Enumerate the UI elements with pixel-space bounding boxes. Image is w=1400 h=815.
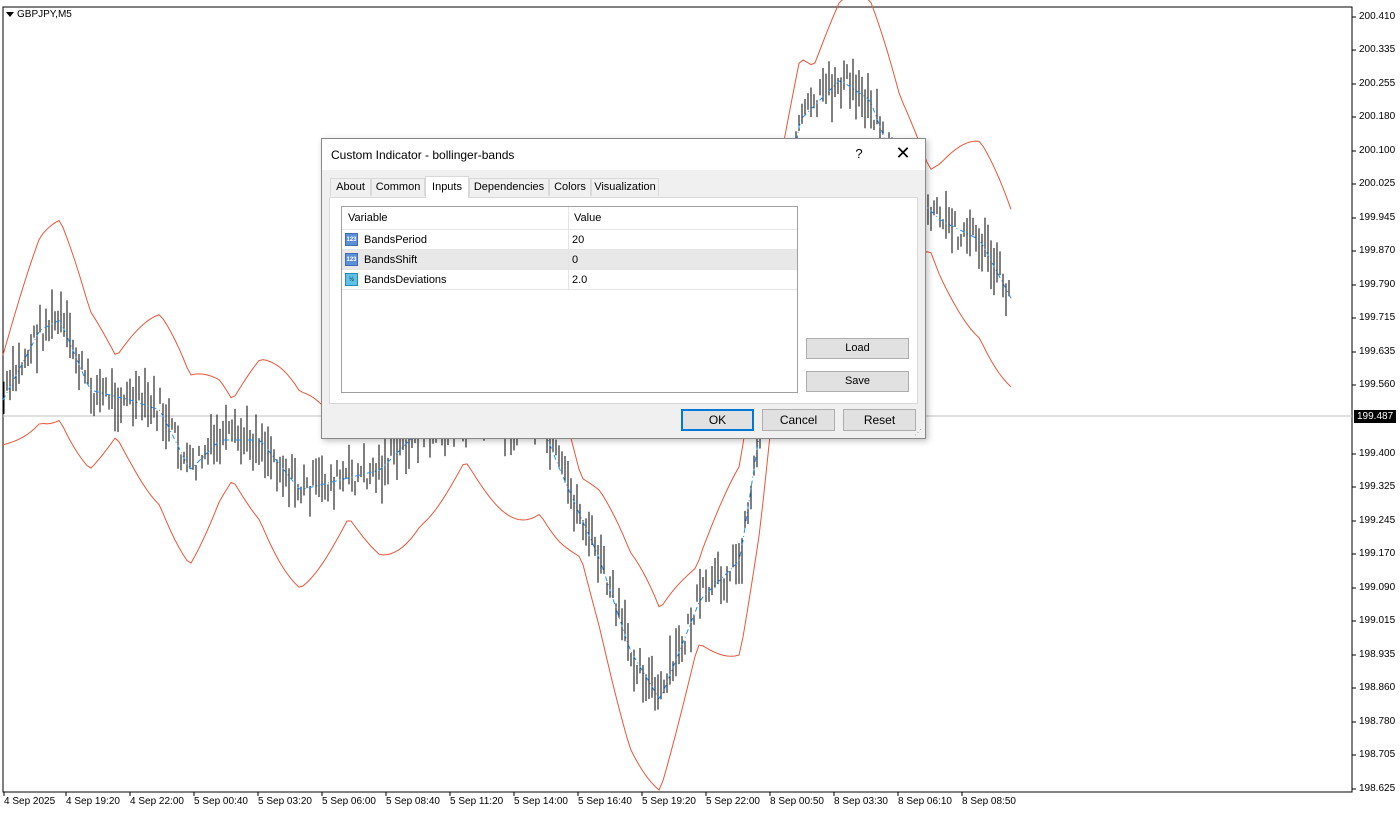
time-tick-label: 8 Sep 08:50 (962, 796, 1016, 807)
tab-dependencies[interactable]: Dependencies (469, 178, 549, 196)
time-tick-label: 5 Sep 19:20 (642, 796, 696, 807)
time-tick-label: 8 Sep 00:50 (770, 796, 824, 807)
dropdown-arrow-icon (6, 11, 14, 17)
price-tick-label: 200.335 (1359, 44, 1396, 55)
save-button[interactable]: Save (806, 371, 909, 392)
custom-indicator-dialog: Custom Indicator - bollinger-bands ? ✕ A… (321, 138, 926, 439)
time-tick-label: 4 Sep 2025 (4, 796, 56, 807)
tab-inputs[interactable]: Inputs (425, 176, 469, 198)
price-tick-label: 199.560 (1359, 379, 1396, 390)
price-tick-label: 199.635 (1359, 346, 1396, 357)
help-button[interactable]: ? (852, 146, 866, 161)
tab-about[interactable]: About (330, 178, 371, 196)
input-row-bandsshift[interactable]: 123 BandsShift 0 (342, 250, 797, 270)
resize-grip-icon[interactable]: ⋰ (914, 428, 922, 437)
price-tick-label: 200.100 (1359, 145, 1396, 156)
price-tick-label: 199.090 (1359, 582, 1396, 593)
time-tick-label: 5 Sep 03:20 (258, 796, 312, 807)
price-tick-label: 198.625 (1359, 783, 1396, 794)
double-type-icon: ½ (345, 273, 358, 286)
variable-name: BandsPeriod (364, 234, 427, 246)
price-tick-label: 199.170 (1359, 548, 1396, 559)
dialog-titlebar[interactable]: Custom Indicator - bollinger-bands ? ✕ (322, 139, 925, 170)
price-tick-label: 200.025 (1359, 178, 1396, 189)
price-tick-label: 199.715 (1359, 312, 1396, 323)
price-tick-label: 199.870 (1359, 245, 1396, 256)
price-tick-label: 199.945 (1359, 212, 1396, 223)
integer-type-icon: 123 (345, 253, 358, 266)
variable-name: BandsShift (364, 254, 418, 266)
price-tick-label: 198.705 (1359, 749, 1396, 760)
symbol-label[interactable]: GBPJPY,M5 (6, 9, 72, 20)
time-tick-label: 5 Sep 11:20 (450, 796, 504, 807)
cell-divider (568, 230, 569, 250)
price-tick-label: 198.935 (1359, 649, 1396, 660)
time-tick-label: 5 Sep 14:00 (514, 796, 568, 807)
current-price-label: 199.487 (1354, 410, 1396, 423)
column-header-value[interactable]: Value (574, 212, 601, 224)
inputs-grid[interactable]: Variable Value 123 BandsPeriod 20 123 Ba… (341, 206, 798, 393)
time-tick-label: 8 Sep 03:30 (834, 796, 888, 807)
price-tick-label: 200.410 (1359, 11, 1396, 22)
close-button[interactable]: ✕ (894, 144, 912, 162)
integer-type-icon: 123 (345, 233, 358, 246)
cell-divider (568, 270, 569, 290)
time-tick-label: 8 Sep 06:10 (898, 796, 952, 807)
cell-divider (568, 250, 569, 270)
price-tick-label: 199.015 (1359, 615, 1396, 626)
price-tick-label: 199.400 (1359, 448, 1396, 459)
variable-value[interactable]: 2.0 (572, 274, 587, 286)
time-tick-label: 5 Sep 08:40 (386, 796, 440, 807)
tab-visualization[interactable]: Visualization (591, 178, 659, 196)
load-button[interactable]: Load (806, 338, 909, 359)
dialog-title: Custom Indicator - bollinger-bands (331, 148, 515, 162)
variable-value[interactable]: 20 (572, 234, 584, 246)
symbol-text: GBPJPY,M5 (17, 9, 72, 20)
grid-header: Variable Value (342, 207, 797, 230)
cancel-button[interactable]: Cancel (762, 409, 835, 431)
variable-name: BandsDeviations (364, 274, 447, 286)
input-row-bandsperiod[interactable]: 123 BandsPeriod 20 (342, 230, 797, 250)
time-tick-label: 4 Sep 19:20 (66, 796, 120, 807)
time-tick-label: 5 Sep 00:40 (194, 796, 248, 807)
input-row-bandsdeviations[interactable]: ½ BandsDeviations 2.0 (342, 270, 797, 290)
reset-button[interactable]: Reset (843, 409, 916, 431)
price-tick-label: 200.255 (1359, 78, 1396, 89)
variable-value[interactable]: 0 (572, 254, 578, 266)
price-tick-label: 198.780 (1359, 716, 1396, 727)
time-tick-label: 4 Sep 22:00 (130, 796, 184, 807)
column-header-variable[interactable]: Variable (348, 212, 388, 224)
time-tick-label: 5 Sep 06:00 (322, 796, 376, 807)
time-tick-label: 5 Sep 22:00 (706, 796, 760, 807)
ok-button[interactable]: OK (681, 409, 754, 431)
inputs-panel: Variable Value 123 BandsPeriod 20 123 Ba… (329, 197, 918, 404)
column-divider[interactable] (568, 207, 569, 229)
time-tick-label: 5 Sep 16:40 (578, 796, 632, 807)
price-tick-label: 199.325 (1359, 481, 1396, 492)
price-tick-label: 199.790 (1359, 279, 1396, 290)
price-tick-label: 198.860 (1359, 682, 1396, 693)
price-tick-label: 200.180 (1359, 111, 1396, 122)
price-tick-label: 199.245 (1359, 515, 1396, 526)
tab-common[interactable]: Common (371, 178, 425, 196)
tab-colors[interactable]: Colors (549, 178, 591, 196)
